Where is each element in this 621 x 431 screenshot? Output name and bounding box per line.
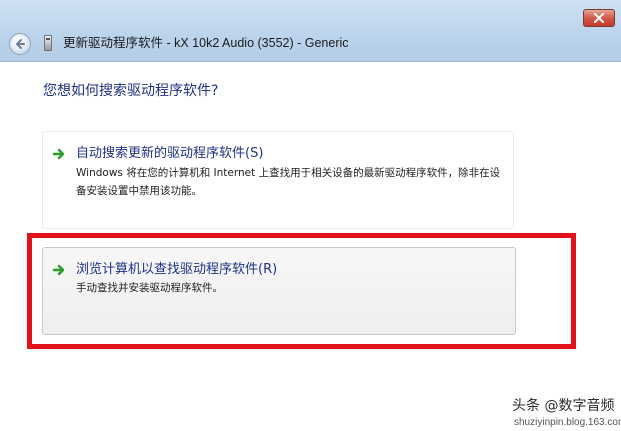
- watermark-text: 头条 @数字音频: [512, 398, 615, 414]
- window-title: 更新驱动程序软件 - kX 10k2 Audio (3552) - Generi…: [63, 36, 349, 50]
- auto-search-description: Windows 将在您的计算机和 Internet 上查找用于相关设备的最新驱动…: [76, 167, 501, 197]
- red-highlight-annotation: [27, 233, 576, 349]
- auto-search-title: 自动搜索更新的驱动程序软件(S): [76, 146, 264, 161]
- device-icon: [44, 35, 52, 51]
- watermark-url: shuziyinpin.blog.163.com: [514, 417, 621, 428]
- auto-search-option[interactable]: 自动搜索更新的驱动程序软件(S) Windows 将在您的计算机和 Intern…: [42, 131, 514, 229]
- back-arrow-icon: [16, 39, 25, 49]
- close-icon: [594, 13, 604, 23]
- close-button[interactable]: [583, 9, 615, 27]
- title-bar: 更新驱动程序软件 - kX 10k2 Audio (3552) - Generi…: [0, 0, 621, 62]
- back-button[interactable]: [9, 33, 31, 55]
- page-heading: 您想如何搜索驱动程序软件?: [43, 83, 219, 99]
- update-driver-dialog: 更新驱动程序软件 - kX 10k2 Audio (3552) - Generi…: [0, 0, 621, 431]
- green-arrow-icon: [52, 148, 65, 160]
